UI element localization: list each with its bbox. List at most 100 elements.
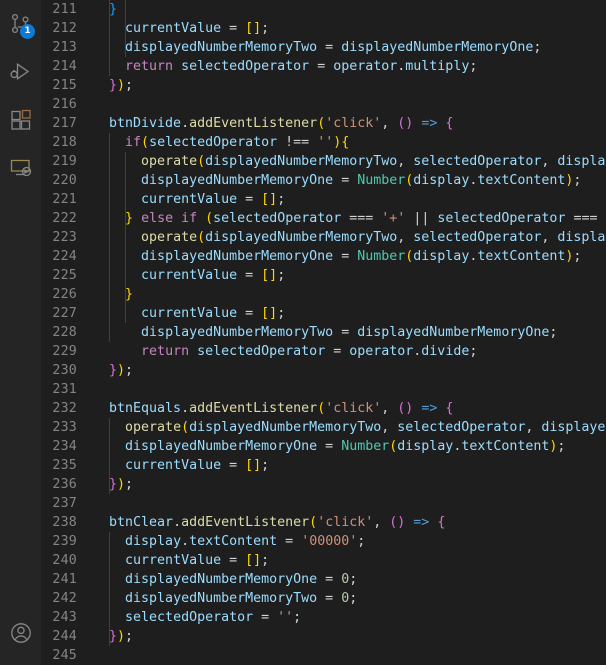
editor-lines[interactable]: 211 } 212 currentValue = []; 213 displayed… xyxy=(41,0,606,665)
line-content[interactable]: currentValue = []; xyxy=(93,266,606,285)
line-content[interactable]: }); xyxy=(93,627,606,646)
line-content[interactable]: btnClear.addEventListener('click', () =>… xyxy=(93,513,606,532)
editor-line[interactable]: 232 btnEquals.addEventListener('click', … xyxy=(41,399,606,418)
line-content[interactable]: return selectedOperator = operator.divid… xyxy=(93,342,606,361)
code-token: , xyxy=(397,154,414,169)
line-content[interactable]: displayedNumberMemoryTwo = displayedNumb… xyxy=(93,38,606,57)
line-content[interactable]: displayedNumberMemoryTwo = 0; xyxy=(93,589,606,608)
line-content[interactable]: currentValue = []; xyxy=(93,19,606,38)
editor-line[interactable]: 235 currentValue = []; xyxy=(41,456,606,475)
code-token: operator xyxy=(349,344,414,359)
line-content[interactable]: selectedOperator = ''; xyxy=(93,608,606,627)
line-content[interactable]: operate(displayedNumberMemoryTwo, select… xyxy=(93,418,606,437)
code-token: else xyxy=(141,211,174,226)
code-token: { xyxy=(341,135,350,150)
editor-line[interactable]: 230 }); xyxy=(41,361,606,380)
editor-line[interactable]: 215 }); xyxy=(41,76,606,95)
editor-line[interactable]: 241 displayedNumberMemoryOne = 0; xyxy=(41,570,606,589)
editor-line[interactable]: 223 operate(displayedNumberMemoryTwo, se… xyxy=(41,228,606,247)
line-content[interactable]: displayedNumberMemoryTwo = displayedNumb… xyxy=(93,323,606,342)
code-token: currentValue xyxy=(141,268,238,283)
line-content[interactable]: btnEquals.addEventListener('click', () =… xyxy=(93,399,606,418)
editor-line[interactable]: 213 displayedNumberMemoryTwo = displayed… xyxy=(41,38,606,57)
line-content[interactable]: operate(displayedNumberMemoryTwo, select… xyxy=(93,152,606,171)
editor-line[interactable]: 212 currentValue = []; xyxy=(41,19,606,38)
code-token: } xyxy=(125,287,134,302)
line-content[interactable]: } xyxy=(93,285,606,304)
editor-line[interactable]: 239 display.textContent = '00000'; xyxy=(41,532,606,551)
editor-line[interactable]: 245 xyxy=(41,646,606,665)
code-token: === xyxy=(341,211,382,226)
editor-line[interactable]: 236 }); xyxy=(41,475,606,494)
activity-bar-item-remote-explorer[interactable] xyxy=(0,144,41,192)
editor-line[interactable]: 222 } else if (selectedOperator === '+' … xyxy=(41,209,606,228)
editor-line[interactable]: 229 return selectedOperator = operator.d… xyxy=(41,342,606,361)
line-content[interactable]: operate(displayedNumberMemoryTwo, select… xyxy=(93,228,606,247)
editor-line[interactable]: 218 if(selectedOperator !== ''){ xyxy=(41,133,606,152)
code-editor[interactable]: 211 } 212 currentValue = []; 213 displayed… xyxy=(41,0,606,665)
line-number: 230 xyxy=(52,363,77,378)
editor-line[interactable]: 219 operate(displayedNumberMemoryTwo, se… xyxy=(41,152,606,171)
line-content[interactable] xyxy=(93,95,606,114)
line-content[interactable]: btnDivide.addEventListener('click', () =… xyxy=(93,114,606,133)
code-token: , xyxy=(525,420,542,435)
editor-line[interactable]: 228 displayedNumberMemoryTwo = displayed… xyxy=(41,323,606,342)
line-content[interactable]: displayedNumberMemoryOne = Number(displa… xyxy=(93,247,606,266)
line-content[interactable]: }); xyxy=(93,76,606,95)
line-content[interactable] xyxy=(93,646,606,665)
line-content[interactable]: display.textContent = '00000'; xyxy=(93,532,606,551)
editor-line[interactable]: 216 xyxy=(41,95,606,114)
line-content[interactable]: if(selectedOperator !== ''){ xyxy=(93,133,606,152)
code-token: currentValue xyxy=(141,192,238,207)
code-token: ( xyxy=(197,154,206,169)
editor-line[interactable]: 234 displayedNumberMemoryOne = Number(di… xyxy=(41,437,606,456)
code-token: ( xyxy=(181,420,190,435)
editor-line[interactable]: 220 displayedNumberMemoryOne = Number(di… xyxy=(41,171,606,190)
line-content[interactable]: displayedNumberMemoryOne = Number(displa… xyxy=(93,171,606,190)
activity-bar-item-accounts[interactable] xyxy=(0,609,41,657)
line-content[interactable]: currentValue = []; xyxy=(93,551,606,570)
activity-bar-item-source-control[interactable]: 1 xyxy=(0,0,41,48)
line-content[interactable]: } xyxy=(93,0,606,19)
line-content[interactable]: } else if (selectedOperator === '+' || s… xyxy=(93,209,606,228)
code-token: , xyxy=(381,116,398,131)
editor-line[interactable]: 233 operate(displayedNumberMemoryTwo, se… xyxy=(41,418,606,437)
editor-line[interactable]: 238 btnClear.addEventListener('click', (… xyxy=(41,513,606,532)
line-content[interactable]: displayedNumberMemoryOne = Number(displa… xyxy=(93,437,606,456)
editor-line[interactable]: 226 } xyxy=(41,285,606,304)
code-token: ; xyxy=(293,610,302,625)
editor-line[interactable]: 243 selectedOperator = ''; xyxy=(41,608,606,627)
editor-line[interactable]: 231 xyxy=(41,380,606,399)
code-token: display xyxy=(397,439,454,454)
code-token: ] xyxy=(269,268,278,283)
editor-line[interactable]: 217 btnDivide.addEventListener('click', … xyxy=(41,114,606,133)
line-content[interactable]: currentValue = []; xyxy=(93,304,606,323)
editor-line[interactable]: 227 currentValue = []; xyxy=(41,304,606,323)
activity-bar-item-run-debug[interactable] xyxy=(0,48,41,96)
line-content[interactable]: }); xyxy=(93,475,606,494)
code-token: = xyxy=(333,173,358,188)
code-token: = xyxy=(221,21,246,36)
editor-line[interactable]: 211 } xyxy=(41,0,606,19)
editor-line[interactable]: 242 displayedNumberMemoryTwo = 0; xyxy=(41,589,606,608)
editor-line[interactable]: 221 currentValue = []; xyxy=(41,190,606,209)
editor-line[interactable]: 214 return selectedOperator = operator.m… xyxy=(41,57,606,76)
code-token: } xyxy=(125,211,134,226)
line-content[interactable]: currentValue = []; xyxy=(93,456,606,475)
line-content[interactable]: return selectedOperator = operator.multi… xyxy=(93,57,606,76)
line-content[interactable]: displayedNumberMemoryOne = 0; xyxy=(93,570,606,589)
code-token: currentValue xyxy=(125,458,222,473)
activity-bar-item-extensions[interactable] xyxy=(0,96,41,144)
line-content[interactable]: }); xyxy=(93,361,606,380)
editor-line[interactable]: 224 displayedNumberMemoryOne = Number(di… xyxy=(41,247,606,266)
editor-line[interactable]: 240 currentValue = []; xyxy=(41,551,606,570)
line-content[interactable]: currentValue = []; xyxy=(93,190,606,209)
editor-line[interactable]: 244 }); xyxy=(41,627,606,646)
editor-line[interactable]: 237 xyxy=(41,494,606,513)
editor-line[interactable]: 225 currentValue = []; xyxy=(41,266,606,285)
line-content[interactable] xyxy=(93,494,606,513)
line-content[interactable] xyxy=(93,380,606,399)
code-token: { xyxy=(445,116,454,131)
